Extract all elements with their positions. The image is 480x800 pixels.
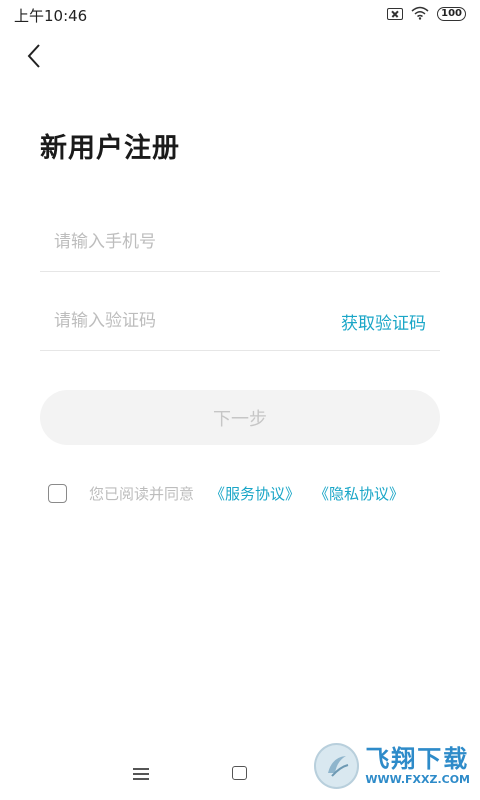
verification-code-field: 获取验证码 bbox=[40, 292, 440, 351]
page-title: 新用户注册 bbox=[40, 133, 180, 164]
phone-input[interactable] bbox=[40, 231, 440, 253]
home-icon[interactable] bbox=[232, 766, 247, 780]
watermark-url: WWW.FXXZ.COM bbox=[365, 773, 470, 786]
wifi-icon bbox=[411, 5, 429, 24]
sim-off-icon bbox=[387, 8, 404, 20]
privacy-agreement-link[interactable]: 《隐私协议》 bbox=[314, 483, 404, 504]
watermark-name: 飞翔下载 bbox=[365, 745, 470, 773]
agreement-row: 您已阅读并同意 《服务协议》 《隐私协议》 bbox=[48, 482, 404, 504]
verification-code-input[interactable] bbox=[40, 310, 341, 332]
menu-icon[interactable] bbox=[133, 768, 149, 780]
next-button[interactable]: 下一步 bbox=[40, 390, 440, 445]
back-button[interactable] bbox=[18, 40, 50, 72]
agreement-checkbox[interactable] bbox=[48, 483, 67, 503]
status-time: 上午10:46 bbox=[14, 7, 88, 25]
battery-icon: 100 bbox=[437, 7, 466, 21]
watermark-logo-icon bbox=[314, 743, 360, 789]
agreement-text: 您已阅读并同意 bbox=[89, 484, 195, 503]
chevron-left-icon bbox=[27, 44, 40, 68]
get-code-button[interactable]: 获取验证码 bbox=[341, 309, 440, 334]
phone-field bbox=[40, 213, 440, 272]
service-agreement-link[interactable]: 《服务协议》 bbox=[210, 483, 300, 504]
watermark-text: 飞翔下载 WWW.FXXZ.COM bbox=[365, 745, 470, 787]
watermark: 飞翔下载 WWW.FXXZ.COM bbox=[314, 740, 470, 792]
status-icons: 100 bbox=[387, 6, 466, 22]
status-bar: 上午10:46 100 bbox=[0, 0, 480, 28]
